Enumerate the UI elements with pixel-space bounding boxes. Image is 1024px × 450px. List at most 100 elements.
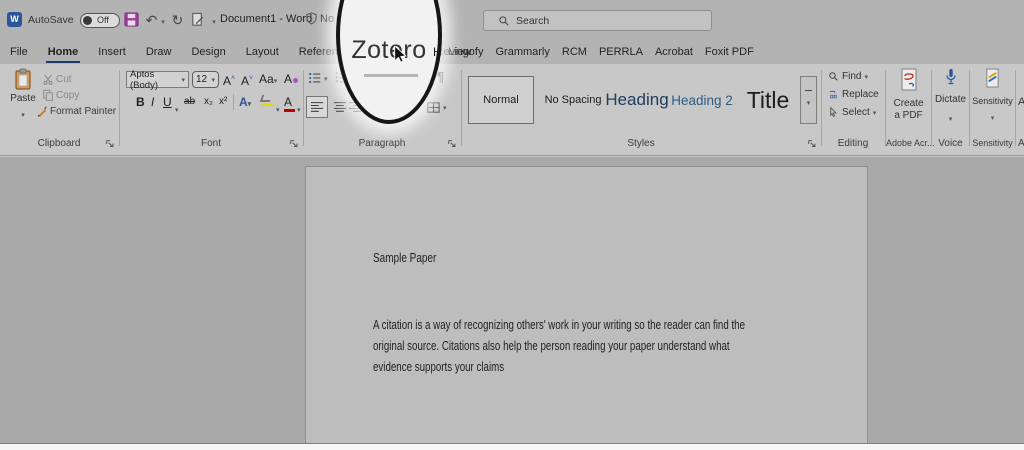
bullets-button[interactable] [308,71,328,85]
word-window: AutoSave Off ↶ ↻ Document1 - Word No Lab… [0,0,1024,450]
superscript-button[interactable]: x² [219,95,227,109]
mouse-cursor-icon [392,46,408,64]
document-page[interactable]: Sample Paper A citation is a way of reco… [305,166,868,444]
more-bar-icon [805,90,812,92]
tab-zotero[interactable]: Zotero [340,36,438,65]
tab-design[interactable]: Design [181,40,235,64]
subscript-button[interactable]: x₂ [204,95,213,109]
grow-font-button[interactable]: A˄ [223,72,235,88]
style-heading[interactable]: Heading [604,76,670,124]
highlight-button[interactable] [261,95,274,106]
text-effects-glyph: A [239,95,248,109]
create-pdf-label-1: Create [886,98,931,110]
format-painter-button[interactable]: Format Painter [36,105,116,117]
paste-label: Paste [8,93,38,104]
shrink-font-button[interactable]: A˅ [241,72,253,88]
tab-perrla[interactable]: PERRLA [593,40,649,64]
change-case-button[interactable]: Aa [259,72,277,86]
replace-label: Replace [842,89,879,100]
align-left-button[interactable] [306,96,328,118]
style-heading-2[interactable]: Heading 2 [672,76,732,124]
tab-layout[interactable]: Layout [236,40,289,64]
font-color-glyph-wrap: A [284,95,295,109]
paragraph-group-label: Paragraph [304,138,460,149]
sensitivity-group-label: Sensitivity [970,138,1015,148]
undo-button[interactable]: ↶ [143,11,160,28]
font-color-glyph: A [284,95,292,109]
editor-mode-button[interactable] [189,11,206,28]
replace-button[interactable]: Replace [828,89,879,100]
group-sensitivity: Sensitivity Sensitivity [970,64,1015,156]
styles-dialog-launcher[interactable] [807,139,817,149]
font-color-dropdown[interactable] [297,99,301,117]
paragraph-dialog-launcher[interactable] [447,139,457,149]
tab-draw[interactable]: Draw [136,40,182,64]
paste-button[interactable]: Paste [8,68,38,122]
find-magnifier-icon [828,71,839,82]
tab-insert[interactable]: Insert [88,40,136,64]
tab-acrobat[interactable]: Acrobat [649,40,699,64]
tab-foxit-pdf[interactable]: Foxit PDF [699,40,760,64]
group-font: Aptos (Body) 12 A˄ A˅ Aa A B I U ab x₂ x… [120,64,302,156]
cut-button[interactable]: Cut [42,73,72,85]
show-formatting-button[interactable]: ¶ [437,69,444,84]
borders-button[interactable] [426,100,447,115]
group-editing: Find Replace Select Editing [822,64,884,156]
microphone-icon [943,68,959,86]
italic-button[interactable]: I [151,95,154,109]
font-color-button[interactable]: A [284,95,295,112]
clipboard-dialog-launcher[interactable] [105,139,115,149]
font-size-combo[interactable]: 12 [192,71,219,88]
format-painter-icon [36,105,48,117]
copy-button[interactable]: Copy [42,89,79,101]
font-dialog-launcher[interactable] [289,139,299,149]
addin-tabs: Lingofy Grammarly RCM PERRLA Acrobat Fox… [442,40,760,64]
strikethrough-glyph: ab [184,96,195,107]
highlight-dropdown[interactable] [276,99,280,117]
tab-help-partial[interactable]: H [433,40,442,64]
paragraph-line: evidence supports your claims [373,357,745,378]
style-no-spacing[interactable]: No Spacing [542,76,604,124]
strikethrough-button[interactable]: ab [184,95,195,109]
cut-label: Cut [56,74,72,85]
tab-grammarly[interactable]: Grammarly [489,40,555,64]
find-button[interactable]: Find [828,71,868,82]
subscript-glyph: x₂ [204,96,213,107]
title-bar: AutoSave Off ↶ ↻ Document1 - Word No Lab… [0,0,1024,40]
group-voice: Dictate Voice [932,64,969,156]
search-input[interactable]: Search [483,10,712,31]
styles-gallery-more-button[interactable] [800,76,817,124]
toggle-knob-icon [83,16,92,25]
dictate-label: Dictate [932,94,969,106]
chevron-down-icon [212,11,216,29]
tab-rcm[interactable]: RCM [556,40,593,64]
tab-home[interactable]: Home [38,40,89,64]
underline-dropdown[interactable] [175,99,179,117]
undo-dropdown[interactable] [159,11,167,28]
align-left-icon [310,100,324,114]
shrink-font-glyph: A [241,74,249,88]
zotero-tab-underline [364,74,418,77]
create-pdf-button[interactable]: Create a PDF [886,68,931,92]
tab-file[interactable]: File [0,40,38,64]
select-button[interactable]: Select [828,107,876,118]
align-center-button[interactable] [333,100,347,114]
font-group-label: Font [120,138,302,149]
underline-button[interactable]: U [163,95,172,109]
bold-button[interactable]: B [136,95,145,109]
style-normal[interactable]: Normal [468,76,534,124]
style-title[interactable]: Title [740,76,796,124]
clear-formatting-button[interactable]: A [284,72,298,86]
font-name-value: Aptos (Body) [130,69,181,91]
dictate-button[interactable]: Dictate [932,68,969,86]
chevron-down-icon [443,102,447,113]
redo-button[interactable]: ↻ [169,11,186,28]
paragraph-line: original source. Citations also help the… [373,336,745,357]
save-button[interactable] [123,11,140,28]
tab-lingofy[interactable]: Lingofy [442,40,489,64]
customize-qat-button[interactable] [209,11,219,28]
sensitivity-button[interactable]: Sensitivity [970,68,1015,89]
text-effects-button[interactable]: A [239,95,251,109]
autosave-toggle[interactable]: Off [80,13,120,28]
font-name-combo[interactable]: Aptos (Body) [126,71,189,88]
